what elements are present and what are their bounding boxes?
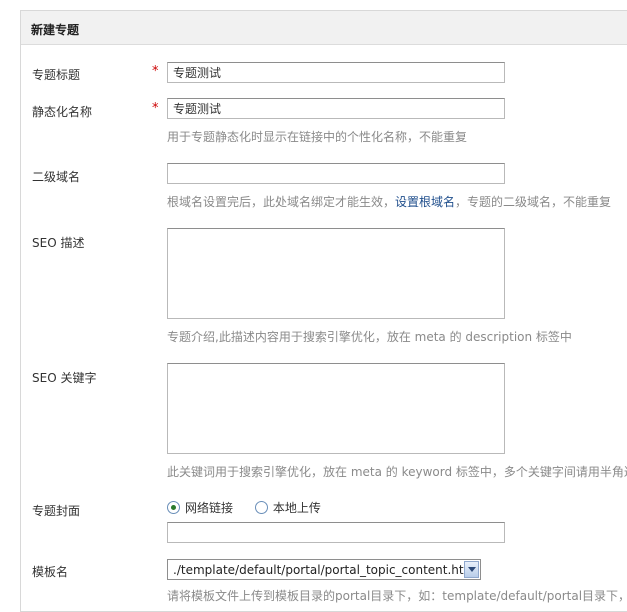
seo-description-label: SEO 描述 (32, 236, 85, 250)
local-upload-radio[interactable] (254, 501, 268, 514)
subdomain-label: 二级域名 (32, 170, 81, 184)
seo-description-textarea[interactable] (167, 228, 505, 319)
template-label: 模板名 (32, 565, 69, 579)
static-name-hint: 用于专题静态化时显示在链接中的个性化名称，不能重复 (167, 130, 468, 144)
title-input[interactable] (167, 62, 505, 83)
static-name-label: 静态化名称 (32, 105, 93, 119)
template-select-value: ./template/default/portal/portal_topic_c… (173, 563, 476, 577)
cover-url-input[interactable] (167, 522, 505, 543)
title-required-mark: * (152, 64, 159, 79)
network-link-radio-label[interactable]: 网络链接 (185, 501, 233, 515)
template-hint: 请将模板文件上传到模板目录的portal目录下，如：template/defau… (167, 589, 627, 603)
seo-keywords-hint: 此关键词用于搜索引擎优化，放在 meta 的 keyword 标签中，多个关键字… (167, 465, 627, 479)
subdomain-hint-after: ，专题的二级域名，不能重复 (455, 195, 612, 209)
local-upload-radio-label[interactable]: 本地上传 (273, 501, 321, 515)
template-select[interactable]: ./template/default/portal/portal_topic_c… (167, 559, 481, 580)
subdomain-hint-before: 根域名设置完后，此处域名绑定才能生效， (167, 195, 396, 209)
seo-keywords-textarea[interactable] (167, 363, 505, 454)
seo-description-hint: 专题介绍,此描述内容用于搜索引擎优化，放在 meta 的 description… (167, 330, 572, 344)
network-link-radio[interactable] (167, 501, 180, 514)
static-name-required-mark: * (152, 101, 159, 116)
cover-source-radio-group: 网络链接 本地上传 (167, 499, 339, 517)
seo-keywords-label: SEO 关键字 (32, 371, 97, 385)
panel-header: 新建专题 (21, 11, 627, 45)
chevron-down-icon[interactable] (464, 561, 479, 578)
set-root-domain-link[interactable]: 设置根域名 (395, 195, 455, 209)
static-name-input[interactable] (167, 98, 505, 119)
cover-label: 专题封面 (32, 504, 81, 518)
subdomain-hint: 根域名设置完后，此处域名绑定才能生效，设置根域名，专题的二级域名，不能重复 (167, 193, 611, 210)
title-label: 专题标题 (32, 68, 81, 82)
panel-title: 新建专题 (31, 23, 80, 37)
subdomain-input[interactable] (167, 163, 505, 184)
